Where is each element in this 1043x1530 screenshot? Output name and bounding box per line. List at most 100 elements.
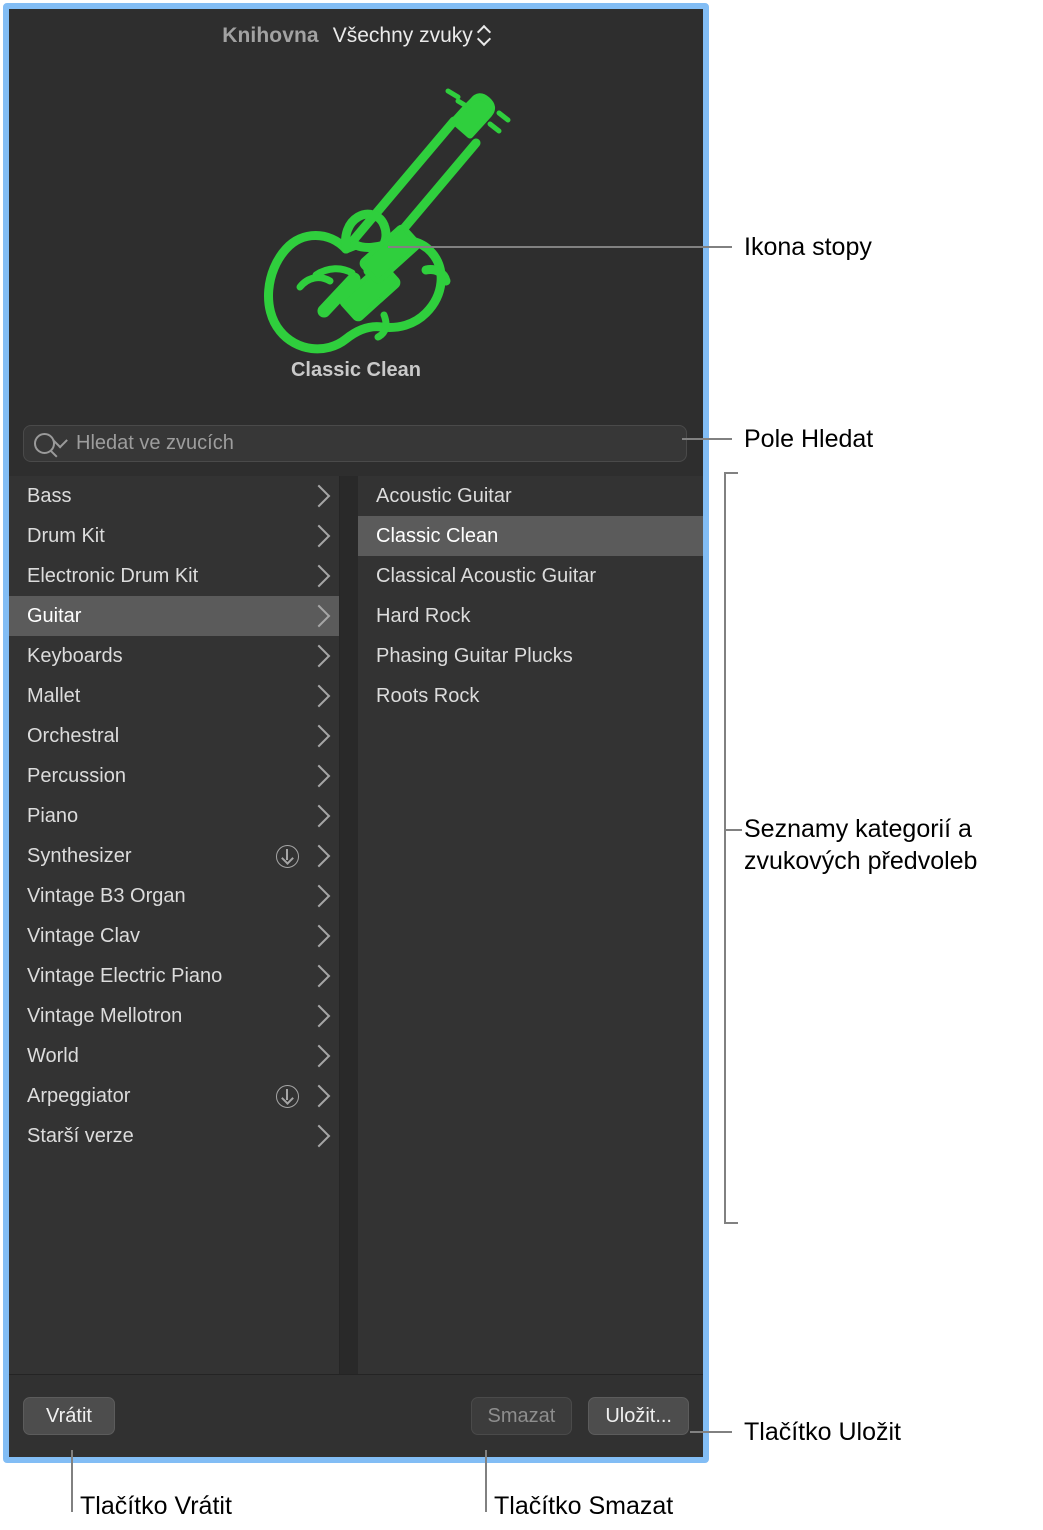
chevron-right-icon	[307, 1124, 331, 1148]
category-row[interactable]: Arpeggiator	[9, 1076, 339, 1116]
leader-line-delete-button	[485, 1450, 487, 1512]
sound-scope-popup-label: Všechny zvuky	[332, 24, 473, 47]
preset-label: Roots Rock	[376, 684, 480, 707]
library-panel: Knihovna Všechny zvuky Classic Clean Hle…	[3, 3, 709, 1463]
category-label: Keyboards	[27, 644, 123, 667]
chevron-right-icon	[307, 724, 331, 748]
chevron-right-icon	[307, 1084, 331, 1108]
preset-row[interactable]: Classical Acoustic Guitar	[358, 556, 703, 596]
chevron-right-icon	[307, 604, 331, 628]
chevron-right-icon	[307, 844, 331, 868]
column-divider	[340, 476, 358, 1381]
category-label: Piano	[27, 804, 79, 827]
category-label: Orchestral	[27, 724, 120, 747]
chevron-right-icon	[307, 964, 331, 988]
preset-label: Classic Clean	[376, 524, 499, 547]
chevron-right-icon	[307, 484, 331, 508]
preset-row[interactable]: Hard Rock	[358, 596, 703, 636]
category-label: Percussion	[27, 764, 126, 787]
category-row[interactable]: Synthesizer	[9, 836, 339, 876]
chevron-right-icon	[307, 764, 331, 788]
callout-lists: Seznamy kategorií a zvukových předvoleb	[744, 815, 978, 875]
save-button[interactable]: Uložit...	[588, 1397, 689, 1435]
chevron-right-icon	[307, 524, 331, 548]
category-label: Arpeggiator	[27, 1084, 131, 1107]
category-row[interactable]: World	[9, 1036, 339, 1076]
category-label: Starší verze	[27, 1124, 134, 1147]
category-label: Mallet	[27, 684, 81, 707]
category-row[interactable]: Vintage Mellotron	[9, 996, 339, 1036]
preset-row[interactable]: Classic Clean	[358, 516, 703, 556]
leader-line-revert-button	[71, 1450, 73, 1512]
category-list[interactable]: Bass Drum Kit Electronic Drum Kit Guitar Key…	[9, 476, 340, 1381]
preset-label: Hard Rock	[376, 604, 471, 627]
chevron-right-icon	[307, 884, 331, 908]
callout-revert-button: Tlačítko Vrátit	[80, 1492, 232, 1520]
category-row[interactable]: Electronic Drum Kit	[9, 556, 339, 596]
delete-button[interactable]: Smazat	[470, 1397, 573, 1435]
category-row[interactable]: Vintage B3 Organ	[9, 876, 339, 916]
callout-delete-button: Tlačítko Smazat	[494, 1492, 674, 1520]
preset-label: Classical Acoustic Guitar	[376, 564, 597, 587]
preset-list[interactable]: Acoustic Guitar Classic Clean Classical Ac…	[358, 476, 703, 1381]
category-label: Electronic Drum Kit	[27, 564, 199, 587]
preset-label: Acoustic Guitar	[376, 484, 512, 507]
category-label: Bass	[27, 484, 72, 507]
sound-browser: Bass Drum Kit Electronic Drum Kit Guitar Key…	[9, 476, 703, 1381]
category-row[interactable]: Vintage Electric Piano	[9, 956, 339, 996]
preset-row[interactable]: Roots Rock	[358, 676, 703, 716]
search-field[interactable]	[23, 424, 687, 462]
category-row[interactable]: Guitar	[9, 596, 339, 636]
chevron-right-icon	[307, 924, 331, 948]
chevron-right-icon	[307, 564, 331, 588]
callout-search-field: Pole Hledat	[744, 425, 874, 453]
category-row[interactable]: Starší verze	[9, 1116, 339, 1156]
callout-track-icon: Ikona stopy	[744, 233, 872, 261]
category-row[interactable]: Piano	[9, 796, 339, 836]
category-row[interactable]: Percussion	[9, 756, 339, 796]
chevron-right-icon	[307, 1044, 331, 1068]
magnifier-icon	[34, 432, 55, 454]
chevron-right-icon	[307, 804, 331, 828]
search-row	[9, 414, 703, 472]
category-label: World	[27, 1044, 79, 1067]
leader-line-lists	[724, 829, 742, 831]
patch-name: Classic Clean	[290, 359, 422, 381]
preset-label: Phasing Guitar Plucks	[376, 644, 573, 667]
electric-guitar-icon	[264, 88, 511, 354]
page-title: Knihovna	[222, 24, 319, 47]
category-row[interactable]: Drum Kit	[9, 516, 339, 556]
category-label: Synthesizer	[27, 844, 132, 867]
callout-save-button: Tlačítko Uložit	[744, 1418, 901, 1446]
category-row[interactable]: Bass	[9, 476, 339, 516]
category-label: Guitar	[27, 604, 82, 627]
stepper-updown-icon	[478, 25, 490, 47]
category-label: Vintage Electric Piano	[27, 964, 223, 987]
category-label: Vintage Clav	[27, 924, 141, 947]
category-row[interactable]: Vintage Clav	[9, 916, 339, 956]
sound-scope-popup[interactable]: Všechny zvuky	[333, 24, 490, 48]
download-icon[interactable]	[276, 1084, 299, 1108]
chevron-right-icon	[307, 684, 331, 708]
chevron-right-icon	[307, 1004, 331, 1028]
category-row[interactable]: Orchestral	[9, 716, 339, 756]
search-input[interactable]	[74, 430, 676, 456]
category-label: Vintage Mellotron	[27, 1004, 183, 1027]
chevron-right-icon	[307, 644, 331, 668]
preset-row[interactable]: Acoustic Guitar	[358, 476, 703, 516]
leader-line-track-icon	[388, 246, 732, 248]
category-row[interactable]: Mallet	[9, 676, 339, 716]
category-label: Drum Kit	[27, 524, 105, 547]
leader-line-search-field	[682, 438, 732, 440]
leader-bracket-lists	[724, 472, 738, 1224]
patch-preview: Classic Clean	[9, 61, 703, 406]
library-footer: Vrátit Smazat Uložit...	[9, 1374, 703, 1457]
category-row[interactable]: Keyboards	[9, 636, 339, 676]
search-icon[interactable]	[34, 432, 68, 454]
revert-button[interactable]: Vrátit	[23, 1397, 115, 1435]
library-header: Knihovna Všechny zvuky	[9, 9, 703, 63]
download-icon[interactable]	[276, 844, 299, 868]
preset-row[interactable]: Phasing Guitar Plucks	[358, 636, 703, 676]
category-label: Vintage B3 Organ	[27, 884, 186, 907]
leader-line-save-button	[690, 1431, 732, 1433]
